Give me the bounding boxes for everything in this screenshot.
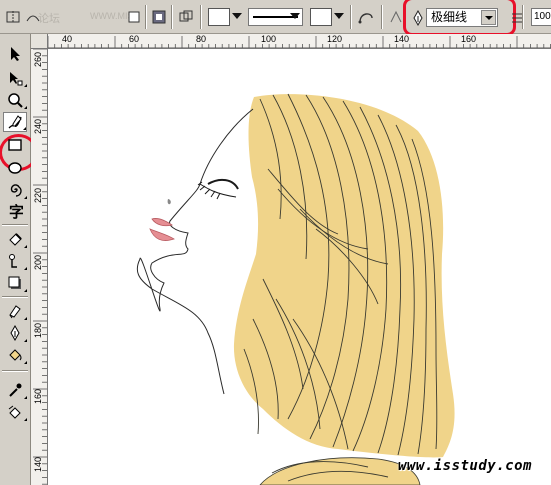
ruler-top-label: 120 (327, 34, 343, 44)
shape-tool-icon[interactable] (3, 68, 27, 88)
zoom-tool-icon[interactable] (3, 90, 27, 110)
ruler-top-label: 80 (196, 34, 207, 44)
wrap-text-icon[interactable] (386, 7, 406, 27)
freehand-tool-icon[interactable] (3, 112, 27, 132)
envelope-tool-icon[interactable] (3, 301, 27, 321)
close-curve-icon[interactable] (176, 7, 196, 27)
pen-nib-icon (408, 8, 428, 28)
fill-bucket-tool-icon[interactable] (3, 345, 27, 365)
curve-close-icon[interactable] (356, 7, 376, 27)
ruler-left-label: 140 (33, 457, 43, 473)
chevron-down-icon[interactable] (481, 10, 496, 25)
ruler-top-label: 40 (62, 34, 73, 44)
options-icon[interactable] (507, 8, 527, 28)
start-arrow-swatch[interactable] (208, 8, 230, 26)
end-arrow-swatch[interactable] (310, 8, 332, 26)
illustration (136, 93, 455, 485)
ruler-top-label: 160 (461, 34, 477, 44)
wrap-icon[interactable] (149, 7, 169, 27)
text-tool-icon[interactable]: 字 (3, 201, 27, 221)
zoom-field[interactable]: 100 (531, 8, 551, 26)
spiral-tool-icon[interactable] (3, 180, 27, 200)
svg-text:字: 字 (9, 203, 23, 219)
ruler-top-label: 60 (129, 34, 140, 44)
lips (149, 218, 175, 241)
eyedropper-tool-icon[interactable] (3, 380, 27, 400)
paint-bucket-tool-icon[interactable] (3, 402, 27, 422)
eyelashes (197, 181, 237, 200)
horizontal-ruler[interactable]: 40 60 80 100 120 140 160 (48, 34, 551, 49)
ruler-top-label: 140 (394, 34, 410, 44)
ruler-left-label: 240 (33, 119, 43, 135)
site-watermark: www.isstudy.com (398, 458, 532, 474)
rectangle-tool-icon[interactable] (3, 135, 27, 155)
pick-tool-icon[interactable] (3, 44, 27, 64)
outline-width-value: 极细线 (431, 10, 468, 24)
hair-shape (233, 94, 455, 458)
ruler-origin[interactable] (31, 34, 48, 49)
line-style-dropdown-icon[interactable] (290, 13, 300, 19)
watermark-text: 论坛 (38, 13, 60, 25)
nostril (167, 199, 171, 205)
ellipse-tool-icon[interactable] (3, 158, 27, 178)
shadow-tool-icon[interactable] (3, 273, 27, 293)
drawing-canvas[interactable]: www.isstudy.com (48, 49, 551, 485)
eye-lid (207, 178, 239, 190)
ruler-left-label: 160 (33, 389, 43, 405)
ruler-left-label: 260 (33, 52, 43, 68)
start-arrow-dropdown-icon[interactable] (232, 13, 242, 19)
interactive-fill-tool-icon[interactable] (3, 229, 27, 249)
vertical-ruler[interactable]: 260 240 220 200 180 160 140 (31, 49, 48, 485)
end-arrow-dropdown-icon[interactable] (334, 13, 344, 19)
property-bar: 论坛 WWW.MISS 极细线 100 (0, 0, 551, 36)
ruler-left-label: 220 (33, 188, 43, 204)
mirror-icon[interactable] (3, 7, 23, 27)
ruler-left-label: 180 (33, 323, 43, 339)
outline-width-select[interactable]: 极细线 (426, 8, 498, 27)
ruler-top-label: 100 (261, 34, 277, 44)
toolbox: 字 (0, 34, 38, 485)
outline-pen-tool-icon[interactable] (3, 323, 27, 343)
zoom-value: 100 (534, 11, 551, 22)
connector-tool-icon[interactable] (3, 251, 27, 271)
ruler-left-label: 200 (33, 255, 43, 271)
node-icon[interactable] (124, 7, 144, 27)
